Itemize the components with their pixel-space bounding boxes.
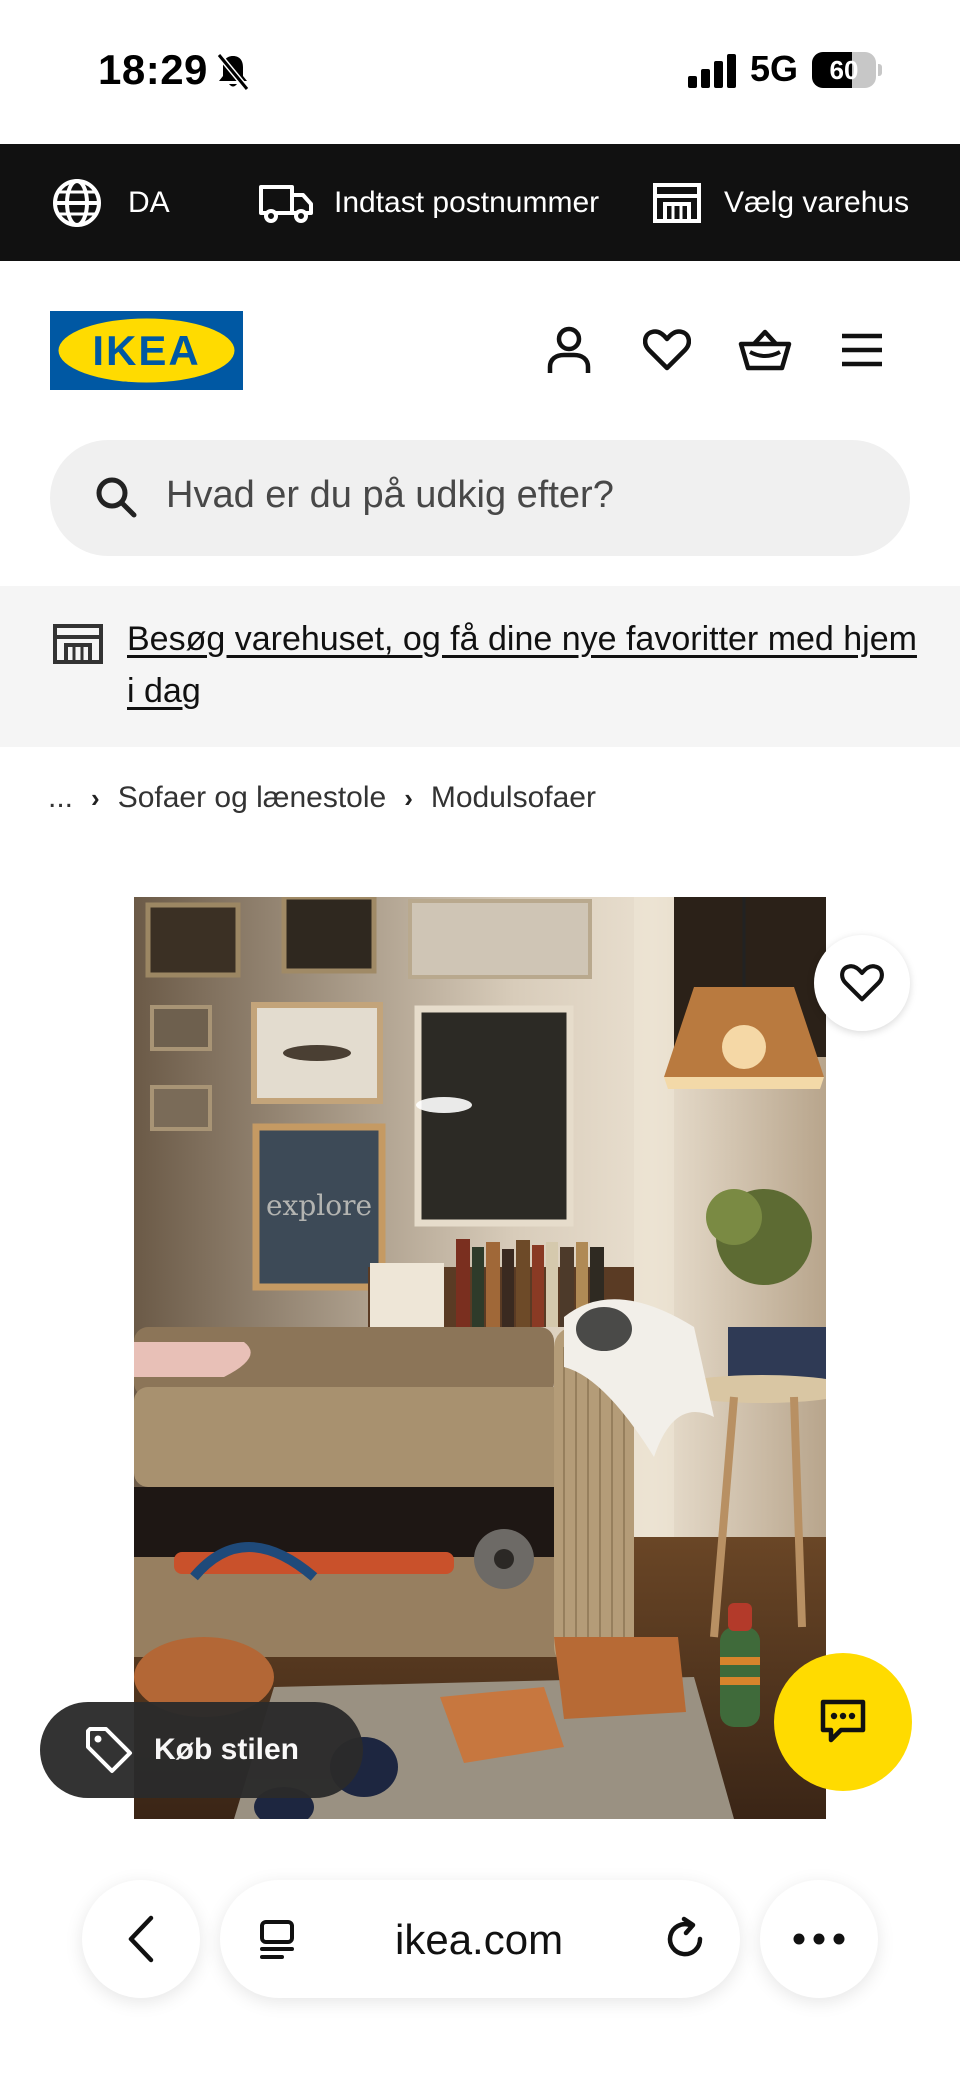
buy-the-style-label: Køb stilen <box>154 1733 300 1766</box>
browser-more-button[interactable] <box>760 1880 878 1998</box>
store-label: Vælg varehus <box>724 185 910 219</box>
store-icon <box>53 624 103 664</box>
browser-back-button[interactable] <box>82 1880 200 1998</box>
basket-button[interactable] <box>737 322 793 378</box>
user-icon <box>547 326 591 373</box>
living-room-illustration: explore <box>134 897 826 1819</box>
reload-icon[interactable] <box>662 1916 708 1962</box>
tag-icon <box>86 1727 132 1773</box>
status-time: 18:29 <box>98 46 208 93</box>
store-icon <box>653 182 701 223</box>
battery-icon: 60 <box>812 52 882 88</box>
product-image[interactable]: explore <box>134 897 826 1819</box>
battery-level: 60 <box>829 55 859 85</box>
add-to-favourites-button[interactable] <box>814 935 910 1031</box>
store-selector[interactable]: Vælg varehus <box>652 144 909 261</box>
chevron-left-icon <box>128 1915 154 1963</box>
chat-button[interactable] <box>774 1653 912 1791</box>
svg-text:explore: explore <box>266 1189 372 1222</box>
favourites-button[interactable] <box>639 322 695 378</box>
network-label: 5G <box>750 48 799 89</box>
buy-the-style-button[interactable]: Køb stilen <box>40 1702 363 1798</box>
chevron-right-icon: › <box>404 782 413 813</box>
more-dots-icon <box>793 1933 845 1945</box>
language-label: DA <box>128 185 170 219</box>
basket-icon <box>738 329 792 371</box>
heart-icon <box>840 964 884 1002</box>
chevron-right-icon: › <box>91 782 100 813</box>
breadcrumb: ... › Sofaer og lænestole › Modulsofaer <box>48 780 596 816</box>
bell-muted-icon <box>216 53 250 91</box>
account-button[interactable] <box>541 322 597 378</box>
browser-url-text: ikea.com <box>395 1916 564 1963</box>
ikea-logo-mark: IKEA <box>50 311 243 390</box>
search-placeholder: Hvad er du på udkig efter? <box>166 474 614 516</box>
menu-icon <box>842 333 882 367</box>
truck-icon <box>259 184 313 223</box>
search-icon <box>96 477 137 518</box>
language-selector[interactable]: DA <box>52 144 170 261</box>
chat-icon <box>820 1699 866 1743</box>
reader-mode-icon[interactable] <box>258 1918 300 1960</box>
breadcrumb-item-sofas[interactable]: Sofaer og lænestole <box>118 781 387 815</box>
postcode-label: Indtast postnummer <box>334 185 600 219</box>
postcode-button[interactable]: Indtast postnummer <box>258 144 599 261</box>
ikea-logo[interactable]: IKEA <box>50 311 243 390</box>
signal-icon <box>688 54 736 88</box>
top-utility-bar: DA Indtast postnummer Vælg varehus <box>0 144 960 261</box>
heart-icon <box>643 329 691 371</box>
logo-text: IKEA <box>92 327 200 374</box>
breadcrumb-item-modular-sofas[interactable]: Modulsofaer <box>431 781 596 815</box>
store-visit-link[interactable]: Besøg varehuset, og få dine nye favoritt… <box>127 613 917 717</box>
breadcrumb-ellipsis[interactable]: ... <box>48 781 73 815</box>
globe-icon <box>53 178 101 227</box>
menu-button[interactable] <box>834 322 890 378</box>
